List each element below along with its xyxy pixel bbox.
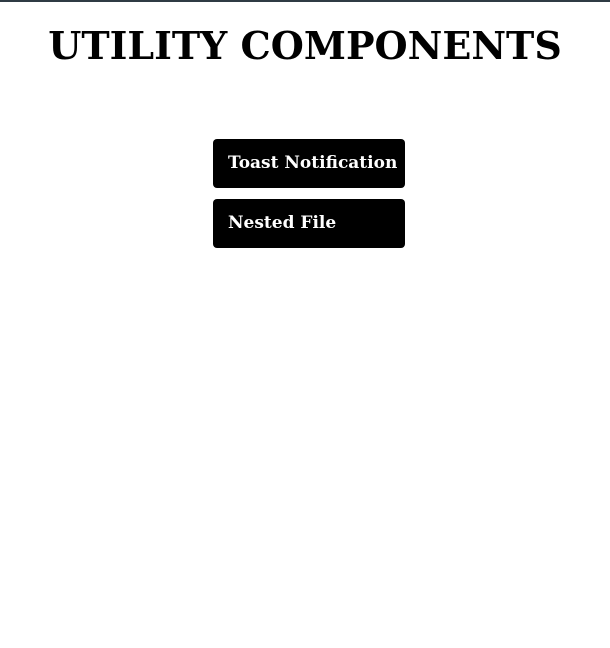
component-menu: Toast Notification Nested File <box>213 139 405 248</box>
page-title: UTILITY COMPONENTS <box>48 23 562 68</box>
nested-file-button[interactable]: Nested File <box>213 199 405 248</box>
toast-notification-button[interactable]: Toast Notification <box>213 139 405 188</box>
top-border <box>0 0 610 2</box>
